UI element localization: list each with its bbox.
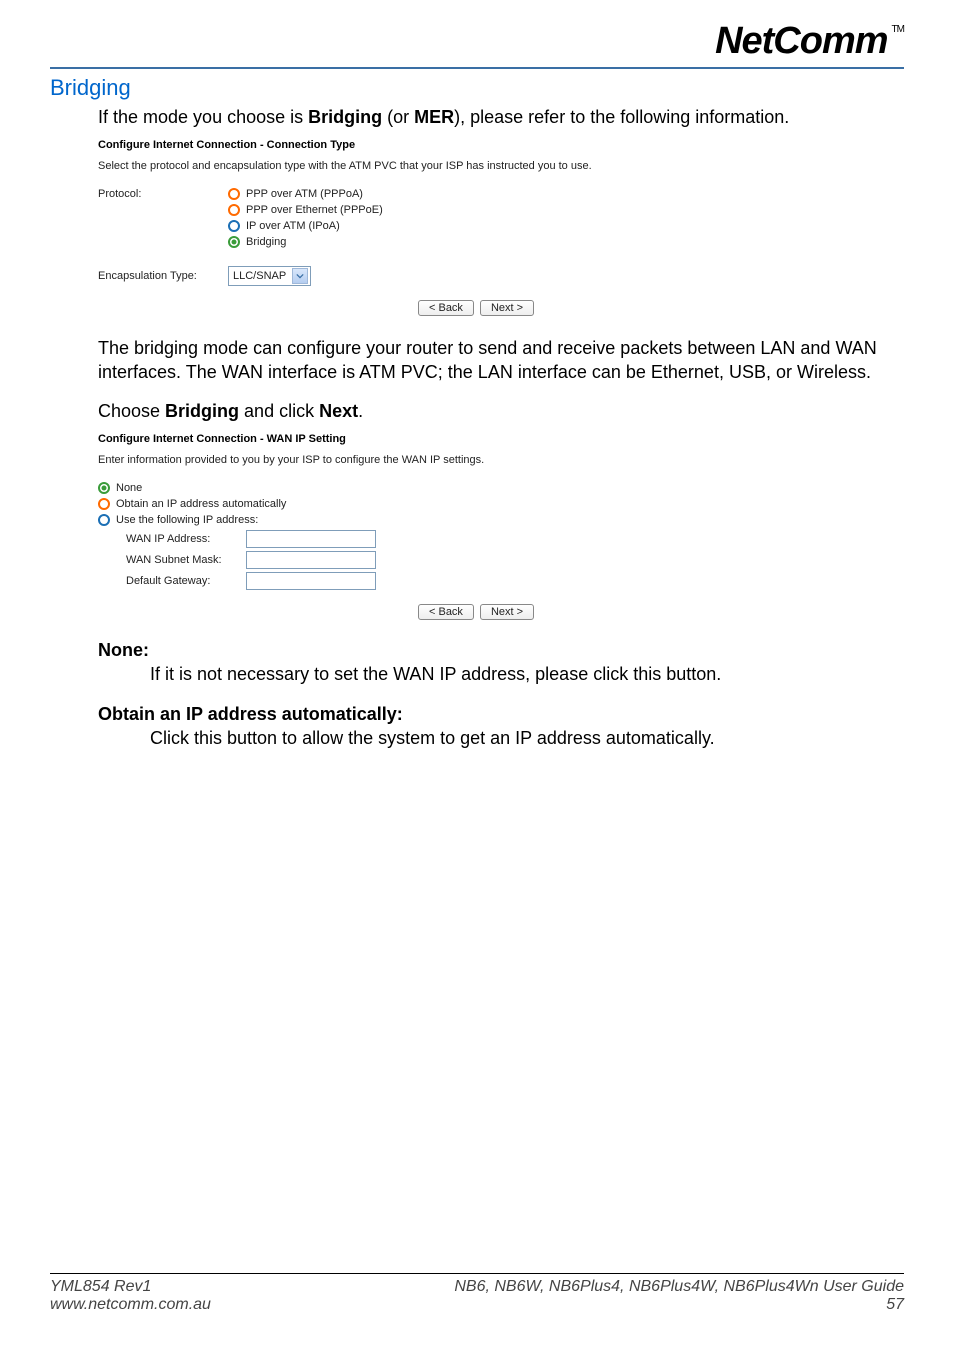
wan-mask-label: WAN Subnet Mask: — [126, 554, 246, 566]
screenshot-connection-type: Configure Internet Connection - Connecti… — [98, 139, 798, 316]
radio-ipoa[interactable] — [228, 220, 240, 232]
encapsulation-value: LLC/SNAP — [233, 270, 286, 282]
chevron-down-icon — [292, 268, 308, 284]
footer-url: www.netcomm.com.au — [50, 1296, 211, 1314]
desc-auto: Click this button to allow the system to… — [150, 727, 904, 750]
shot2-desc: Enter information provided to you by you… — [98, 453, 798, 468]
option-pppoa: PPP over ATM (PPPoA) — [246, 188, 363, 200]
footer-rev: YML854 Rev1 — [50, 1278, 211, 1296]
encapsulation-label: Encapsulation Type: — [98, 270, 228, 282]
next-button-2[interactable]: Next > — [480, 604, 534, 620]
page-footer: YML854 Rev1 www.netcomm.com.au NB6, NB6W… — [50, 1273, 904, 1314]
header-divider — [50, 67, 904, 69]
next-button[interactable]: Next > — [480, 300, 534, 316]
wan-ip-input[interactable] — [246, 530, 376, 548]
option-bridging: Bridging — [246, 236, 286, 248]
brand-logo: NetComm TM — [715, 20, 904, 63]
option-manual-ip: Use the following IP address: — [116, 514, 258, 526]
term-auto: Obtain an IP address automatically: — [98, 704, 904, 725]
radio-pppoa[interactable] — [228, 188, 240, 200]
shot1-desc: Select the protocol and encapsulation ty… — [98, 159, 658, 174]
header: NetComm TM — [50, 20, 904, 63]
option-obtain-auto: Obtain an IP address automatically — [116, 498, 286, 510]
option-pppoe: PPP over Ethernet (PPPoE) — [246, 204, 383, 216]
option-none: None — [116, 482, 142, 494]
gateway-input[interactable] — [246, 572, 376, 590]
protocol-label: Protocol: — [98, 188, 228, 252]
option-ipoa: IP over ATM (IPoA) — [246, 220, 340, 232]
intro-paragraph: If the mode you choose is Bridging (or M… — [98, 105, 904, 129]
term-none: None: — [98, 640, 904, 661]
wan-mask-input[interactable] — [246, 551, 376, 569]
gateway-label: Default Gateway: — [126, 575, 246, 587]
radio-obtain-auto[interactable] — [98, 498, 110, 510]
back-button[interactable]: < Back — [418, 300, 474, 316]
section-title: Bridging — [50, 75, 904, 101]
brand-name: NetComm — [715, 20, 887, 63]
page-number: 57 — [454, 1296, 904, 1314]
radio-manual-ip[interactable] — [98, 514, 110, 526]
footer-left: YML854 Rev1 www.netcomm.com.au — [50, 1278, 211, 1314]
back-button-2[interactable]: < Back — [418, 604, 474, 620]
choose-bridging-paragraph: Choose Bridging and click Next. — [98, 399, 904, 423]
footer-right: NB6, NB6W, NB6Plus4, NB6Plus4W, NB6Plus4… — [454, 1278, 904, 1314]
radio-none[interactable] — [98, 482, 110, 494]
footer-models: NB6, NB6W, NB6Plus4, NB6Plus4W, NB6Plus4… — [454, 1278, 823, 1295]
shot1-title: Configure Internet Connection - Connecti… — [98, 139, 798, 151]
shot2-title: Configure Internet Connection - WAN IP S… — [98, 433, 798, 445]
wan-ip-label: WAN IP Address: — [126, 533, 246, 545]
radio-pppoe[interactable] — [228, 204, 240, 216]
trademark-symbol: TM — [892, 24, 904, 35]
footer-guide-suffix: User Guide — [823, 1278, 904, 1295]
bridging-desc-paragraph: The bridging mode can configure your rou… — [98, 336, 904, 385]
desc-none: If it is not necessary to set the WAN IP… — [150, 663, 904, 686]
encapsulation-select[interactable]: LLC/SNAP — [228, 266, 311, 286]
screenshot-wan-ip: Configure Internet Connection - WAN IP S… — [98, 433, 798, 620]
radio-bridging[interactable] — [228, 236, 240, 248]
